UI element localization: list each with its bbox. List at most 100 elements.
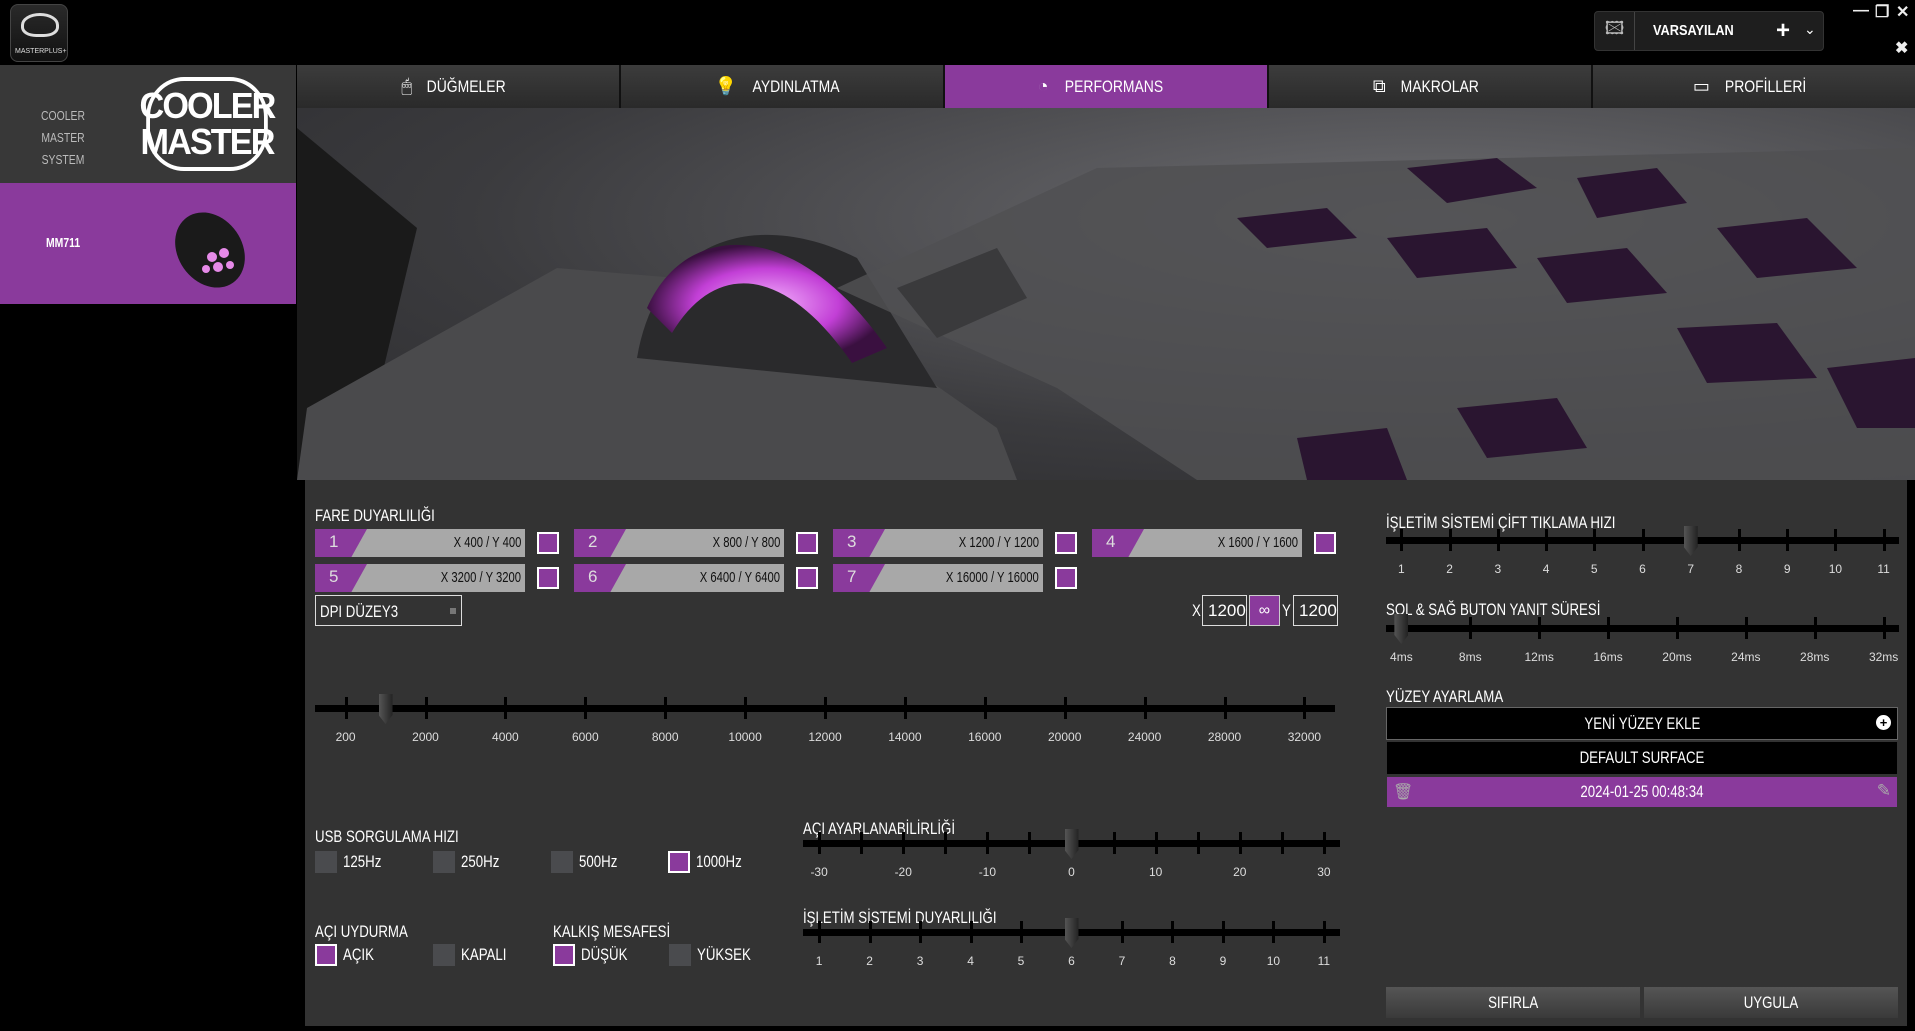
dpi-level-dropdown[interactable]: DPI DÜZEY3 (315, 595, 462, 626)
surface-item-default[interactable]: DEFAULT SURFACE (1387, 742, 1897, 774)
slider-tick-label: 6 (1639, 562, 1646, 576)
slider-tick-label: 14000 (888, 730, 922, 744)
dpi-level-number: 5 (315, 564, 367, 592)
slider-tick (986, 832, 990, 854)
slider-thumb[interactable] (1394, 614, 1409, 644)
slider-tick-label: 10 (1266, 954, 1281, 968)
slider-tick (868, 921, 872, 943)
dpi-level-6[interactable]: 6 X 6400 / Y 6400 (574, 564, 784, 592)
slider-tick-label: 20000 (1048, 730, 1082, 744)
dpi-level-3[interactable]: 3 X 1200 / Y 1200 (833, 529, 1043, 557)
slider-tick (1028, 832, 1032, 854)
dpi-level-checkbox[interactable] (796, 532, 818, 554)
dpi-level-checkbox[interactable] (537, 567, 559, 589)
angle_snap-checkbox[interactable] (433, 944, 455, 966)
lift_off-checkbox[interactable] (553, 944, 575, 966)
device-item-mm711[interactable]: MM711 (0, 183, 296, 304)
add-surface-button[interactable]: YENİ YÜZEY EKLE + (1386, 707, 1898, 740)
dpi-level-checkbox[interactable] (1314, 532, 1336, 554)
slider-tick-label: 2 (1446, 562, 1453, 576)
usb-option-label: 500Hz (579, 852, 618, 871)
slider-tick (504, 697, 508, 719)
slider-tick (744, 697, 748, 719)
slider-thumb[interactable] (1683, 526, 1698, 556)
tab-profiles[interactable]: ▭ PROFİLLERİ (1593, 65, 1915, 108)
lift_off-checkbox[interactable] (669, 944, 691, 966)
slider-track[interactable] (1386, 625, 1899, 632)
slider-tick (1280, 832, 1284, 854)
slider-tick (1448, 529, 1452, 551)
reset-button[interactable]: SIFIRLA (1386, 987, 1640, 1018)
slider-tick (1882, 529, 1886, 551)
usb-checkbox[interactable] (433, 851, 455, 873)
dpi-level-2[interactable]: 2 X 800 / Y 800 (574, 529, 784, 557)
apply-button[interactable]: UYGULA (1644, 987, 1898, 1018)
tab-buttons[interactable]: 🖱 DÜĞMELER (297, 65, 619, 108)
usb-option-label: 125Hz (343, 852, 382, 871)
dpi-level-number: 4 (1092, 529, 1144, 557)
slider-tick (1272, 921, 1276, 943)
dpi-y-input[interactable]: 1200 (1293, 595, 1338, 626)
section-title-lift-off: KALKIŞ MESAFESİ (553, 922, 671, 941)
angle_snap-checkbox[interactable] (315, 944, 337, 966)
device-label: MM711 (46, 235, 81, 250)
dpi-level-1[interactable]: 1 X 400 / Y 400 (315, 529, 525, 557)
surface-label: 2024-01-25 00:48:34 (1580, 782, 1704, 801)
link-xy-icon[interactable]: ∞ (1249, 595, 1280, 626)
usb-checkbox[interactable] (668, 851, 690, 873)
y-label: Y (1282, 601, 1291, 620)
trash-icon[interactable]: 🗑 (1393, 782, 1413, 802)
usb-checkbox[interactable] (551, 851, 573, 873)
usb-option-label: 250Hz (461, 852, 500, 871)
section-title-usb: USB SORGULAMA HIZI (315, 827, 459, 846)
close-button[interactable]: ✕ (1896, 2, 1909, 22)
dpi-x-input[interactable]: 1200 (1202, 595, 1247, 626)
add-surface-label: YENİ YÜZEY EKLE (1584, 713, 1700, 733)
tab-performance[interactable]: ◔ PERFORMANS (945, 65, 1267, 108)
slider-tick (1143, 697, 1147, 719)
profile-selector[interactable]: 🖾 VARSAYILAN + ⌄ (1594, 11, 1824, 51)
dpi-level-checkbox[interactable] (1055, 532, 1077, 554)
dpi-level-checkbox[interactable] (1055, 567, 1077, 589)
dpi-level-checkbox[interactable] (796, 567, 818, 589)
slider-thumb[interactable] (1064, 918, 1079, 948)
tab-lighting[interactable]: 💡 AYDINLATMA (621, 65, 943, 108)
chevron-down-icon[interactable]: ⌄ (1804, 21, 1816, 38)
dpi-level-7[interactable]: 7 X 16000 / Y 16000 (833, 564, 1043, 592)
x-label: X (1192, 601, 1201, 620)
slider-tick (1834, 529, 1838, 551)
section-title-angle-tuning: AÇI AYARLANABİLİRLİĞİ (803, 819, 956, 838)
slider-thumb[interactable] (1064, 829, 1079, 859)
usb-checkbox[interactable] (315, 851, 337, 873)
brand-label-1: COOLER MASTER (41, 108, 85, 145)
dpi-level-4[interactable]: 4 X 1600 / Y 1600 (1092, 529, 1302, 557)
mouse-hero-image (297, 108, 1915, 480)
dpi-level-checkbox[interactable] (537, 532, 559, 554)
usb-option-label: 1000Hz (696, 852, 742, 871)
surface-item-custom[interactable]: 🗑 2024-01-25 00:48:34 ✎ (1387, 777, 1897, 807)
slider-tick-label: 1 (1398, 562, 1405, 576)
dpi-level-number: 1 (315, 529, 367, 557)
slider-thumb[interactable] (378, 694, 393, 724)
dpi-level-5[interactable]: 5 X 3200 / Y 3200 (315, 564, 525, 592)
image-icon[interactable]: 🖾 (1595, 12, 1635, 50)
slider-tick-label: 11 (1877, 562, 1890, 576)
tab-macros[interactable]: ⧉ MAKROLAR (1269, 65, 1591, 108)
add-profile-button[interactable]: + (1776, 17, 1790, 45)
settings-tools-icon[interactable]: ✖ (1895, 38, 1908, 58)
pencil-icon[interactable]: ✎ (1877, 781, 1891, 801)
restore-button[interactable]: ❐ (1875, 2, 1889, 22)
slider-tick-label: 11 (1317, 954, 1331, 968)
section-title-surface: YÜZEY AYARLAMA (1386, 687, 1504, 706)
slider-tick-label: 2000 (412, 730, 439, 744)
slider-tick (1112, 832, 1116, 854)
minimize-button[interactable]: — (1853, 2, 1869, 20)
lift_off-option-label: YÜKSEK (697, 945, 751, 964)
slider-tick-label: 200 (335, 730, 356, 744)
slider-tick (344, 697, 348, 719)
slider-tick-label: 28ms (1800, 650, 1830, 664)
slider-tick-label: 28000 (1207, 730, 1242, 744)
slider-tick-label: 12ms (1524, 650, 1554, 664)
tab-label: MAKROLAR (1400, 76, 1479, 96)
tab-label: PROFİLLERİ (1724, 76, 1807, 96)
